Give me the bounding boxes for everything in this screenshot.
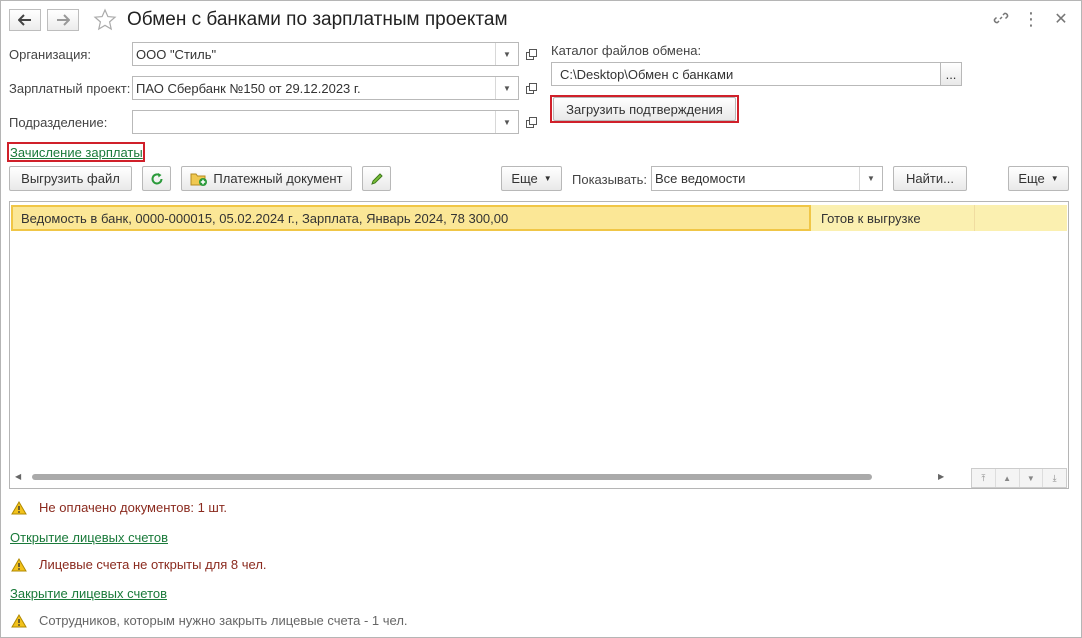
catalog-browse-button[interactable]: ... [940, 62, 962, 86]
catalog-field[interactable]: C:\Desktop\Обмен с банками [551, 62, 941, 86]
open-icon [525, 82, 537, 94]
chevron-down-icon: ▼ [1050, 174, 1059, 183]
document-cell[interactable]: Ведомость в банк, 0000-000015, 05.02.202… [11, 205, 811, 231]
show-value: Все ведомости [655, 171, 746, 186]
division-label: Подразделение: [9, 115, 108, 130]
arrow-left-icon [18, 14, 31, 26]
open-accounts-link[interactable]: Открытие лицевых счетов [10, 530, 168, 545]
payment-document-label: Платежный документ [213, 171, 343, 186]
project-value: ПАО Сбербанк №150 от 29.12.2023 г. [136, 81, 361, 96]
unpaid-message: Не оплачено документов: 1 шт. [39, 500, 227, 515]
document-text: Ведомость в банк, 0000-000015, 05.02.202… [21, 211, 509, 226]
open-organization-button[interactable] [520, 42, 542, 66]
open-division-button[interactable] [520, 110, 542, 134]
column-divider [974, 205, 975, 231]
favorite-star-button[interactable] [93, 8, 117, 35]
show-select[interactable]: Все ведомости ▼ [651, 166, 883, 191]
export-file-button[interactable]: Выгрузить файл [9, 166, 132, 191]
open-icon [525, 116, 537, 128]
warning-icon [11, 558, 27, 572]
link-button[interactable] [991, 10, 1011, 31]
division-field[interactable]: ▼ [132, 110, 519, 134]
more-label-1: Еще [511, 171, 538, 186]
payment-document-button[interactable]: Платежный документ [181, 166, 352, 191]
window: Обмен с банками по зарплатным проектам ⋮… [0, 0, 1082, 638]
pencil-icon [370, 172, 383, 185]
chevron-down-icon[interactable]: ▼ [859, 167, 882, 190]
last-row-icon[interactable]: ⤓ [1043, 469, 1066, 487]
next-row-icon[interactable]: ▼ [1020, 469, 1044, 487]
catalog-label: Каталог файлов обмена: [551, 43, 702, 58]
forward-button[interactable] [47, 9, 79, 31]
first-row-icon[interactable]: ⤒ [972, 469, 996, 487]
chevron-down-icon: ▼ [543, 174, 552, 183]
more-button-1[interactable]: Еще ▼ [501, 166, 562, 191]
project-field[interactable]: ПАО Сбербанк №150 от 29.12.2023 г. ▼ [132, 76, 519, 100]
organization-label: Организация: [9, 47, 92, 62]
organization-value: ООО "Стиль" [136, 47, 217, 62]
chevron-down-icon[interactable]: ▼ [495, 43, 518, 65]
project-label: Зарплатный проект: [9, 81, 131, 96]
catalog-value: C:\Desktop\Обмен с банками [560, 67, 734, 82]
folder-add-icon [190, 173, 208, 186]
more-vert-icon[interactable]: ⋮ [1021, 9, 1041, 30]
load-confirmations-button[interactable]: Загрузить подтверждения [553, 97, 736, 121]
table-navigation: ⤒ ▲ ▼ ⤓ [971, 468, 1067, 488]
salary-crediting-link[interactable]: Зачисление зарплаты [10, 145, 143, 160]
organization-field[interactable]: ООО "Стиль" ▼ [132, 42, 519, 66]
scroll-left-icon[interactable]: ◀ [15, 472, 21, 481]
status-cell: Готов к выгрузке [821, 211, 921, 226]
chevron-down-icon[interactable]: ▼ [495, 77, 518, 99]
table-row[interactable]: Ведомость в банк, 0000-000015, 05.02.202… [11, 205, 1067, 231]
close-accounts-link[interactable]: Закрытие лицевых счетов [10, 586, 167, 601]
find-button[interactable]: Найти... [893, 166, 967, 191]
chevron-down-icon[interactable]: ▼ [495, 111, 518, 133]
horizontal-scrollbar[interactable] [32, 474, 872, 480]
open-icon [525, 48, 537, 60]
show-label: Показывать: [572, 172, 647, 187]
link-icon [993, 12, 1009, 24]
back-button[interactable] [9, 9, 41, 31]
warning-icon [11, 614, 27, 628]
prev-row-icon[interactable]: ▲ [996, 469, 1020, 487]
edit-button[interactable] [362, 166, 391, 191]
refresh-icon [151, 172, 162, 184]
documents-table: Ведомость в банк, 0000-000015, 05.02.202… [9, 201, 1069, 489]
warning-icon [11, 501, 27, 515]
more-label-2: Еще [1018, 171, 1045, 186]
page-title: Обмен с банками по зарплатным проектам [127, 9, 508, 30]
open-project-button[interactable] [520, 76, 542, 100]
accounts-not-open-message: Лицевые счета не открыты для 8 чел. [39, 557, 267, 572]
star-icon [93, 8, 117, 31]
more-button-2[interactable]: Еще ▼ [1008, 166, 1069, 191]
employees-to-close-message: Сотрудников, которым нужно закрыть лицев… [39, 613, 408, 628]
scroll-right-icon[interactable]: ▶ [938, 472, 944, 481]
close-icon[interactable]: ✕ [1051, 9, 1071, 29]
refresh-button[interactable] [142, 166, 171, 191]
arrow-right-icon [57, 14, 70, 26]
